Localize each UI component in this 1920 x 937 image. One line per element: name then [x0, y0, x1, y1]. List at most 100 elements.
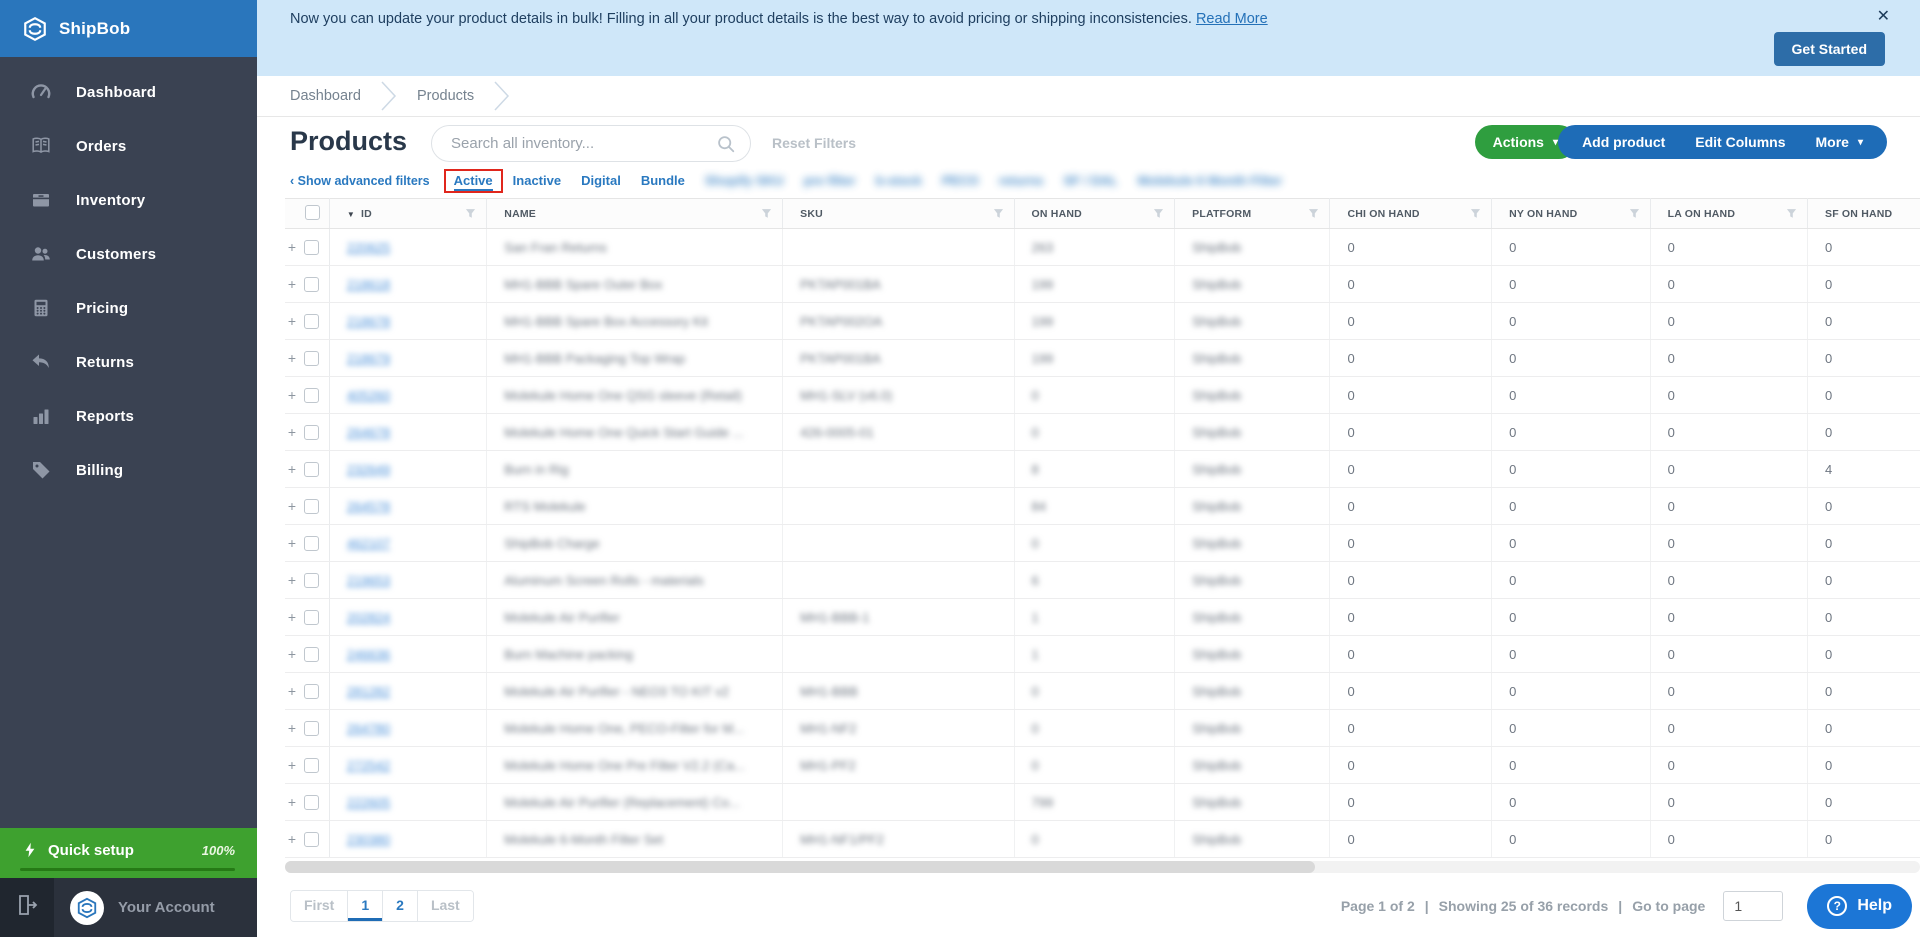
last-page-button[interactable]: Last — [418, 891, 473, 921]
row-expander[interactable]: + — [287, 424, 297, 440]
row-expander[interactable]: + — [287, 313, 297, 329]
filter-tab-inactive[interactable]: Inactive — [503, 169, 571, 193]
row-expander[interactable]: + — [287, 350, 297, 366]
reset-filters-button[interactable]: Reset Filters — [772, 135, 856, 151]
search-icon[interactable] — [716, 134, 736, 154]
row-checkbox[interactable] — [304, 610, 319, 625]
row-expander[interactable]: + — [287, 757, 297, 773]
page-2-button[interactable]: 2 — [383, 891, 418, 921]
row-expander[interactable]: + — [287, 461, 297, 477]
product-id-link[interactable]: 220625 — [347, 240, 390, 255]
sidebar-item-pricing[interactable]: Pricing — [0, 281, 257, 335]
row-checkbox[interactable] — [304, 314, 319, 329]
row-expander[interactable]: + — [287, 720, 297, 736]
product-id-link[interactable]: 264578 — [347, 499, 390, 514]
product-id-link[interactable]: 218678 — [347, 314, 390, 329]
edit-columns-button[interactable]: Edit Columns — [1695, 134, 1785, 150]
row-checkbox[interactable] — [304, 499, 319, 514]
row-checkbox[interactable] — [304, 240, 319, 255]
column-header-id[interactable]: ▼ID — [329, 199, 486, 229]
first-page-button[interactable]: First — [291, 891, 348, 921]
product-id-link[interactable]: 232649 — [347, 462, 390, 477]
row-checkbox[interactable] — [304, 462, 319, 477]
sidebar-item-customers[interactable]: Customers — [0, 227, 257, 281]
row-expander[interactable]: + — [287, 387, 297, 403]
row-checkbox[interactable] — [304, 425, 319, 440]
filter-tab-active[interactable]: Active — [444, 169, 503, 193]
product-id-link[interactable]: 246636 — [347, 647, 390, 662]
banner-close-icon[interactable]: ✕ — [1877, 6, 1890, 26]
horizontal-scrollbar[interactable] — [285, 861, 1920, 873]
get-started-button[interactable]: Get Started — [1774, 32, 1885, 66]
row-expander[interactable]: + — [287, 683, 297, 699]
product-id-link[interactable]: 281282 — [347, 684, 390, 699]
shipbob-brand[interactable]: ShipBob — [0, 0, 257, 57]
your-account-button[interactable]: Your Account — [54, 878, 215, 937]
filter-funnel-icon[interactable] — [1153, 208, 1164, 222]
product-id-link[interactable]: 462107 — [347, 536, 390, 551]
filter-funnel-icon[interactable] — [465, 208, 476, 222]
product-id-link[interactable]: 219653 — [347, 573, 390, 588]
product-id-link[interactable]: 272542 — [347, 758, 390, 773]
product-id-link[interactable]: 264780 — [347, 721, 390, 736]
product-id-link[interactable]: 218679 — [347, 351, 390, 366]
sidebar-item-inventory[interactable]: Inventory — [0, 173, 257, 227]
row-checkbox[interactable] — [304, 573, 319, 588]
sidebar-item-reports[interactable]: Reports — [0, 389, 257, 443]
column-header-ny-on-hand[interactable]: NY ON HAND — [1492, 199, 1650, 229]
column-header-sku[interactable]: SKU — [783, 199, 1014, 229]
product-id-link[interactable]: 218618 — [347, 277, 390, 292]
filter-tab-shopify-sku[interactable]: Shopify SKU — [695, 169, 794, 193]
filter-funnel-icon[interactable] — [1470, 208, 1481, 222]
breadcrumb-item-dashboard[interactable]: Dashboard — [290, 88, 361, 104]
sidebar-item-returns[interactable]: Returns — [0, 335, 257, 389]
row-checkbox[interactable] — [304, 832, 319, 847]
filter-tab-returns[interactable]: returns — [989, 169, 1054, 193]
row-expander[interactable]: + — [287, 535, 297, 551]
column-header-chi-on-hand[interactable]: CHI ON HAND — [1330, 199, 1492, 229]
filter-tab-bundle[interactable]: Bundle — [631, 169, 695, 193]
row-expander[interactable]: + — [287, 831, 297, 847]
goto-page-input[interactable] — [1723, 891, 1783, 921]
filter-tab-molekule-6-month-filter[interactable]: Molekule 6 Month Filter — [1128, 169, 1292, 193]
filter-funnel-icon[interactable] — [1308, 208, 1319, 222]
row-expander[interactable]: + — [287, 498, 297, 514]
row-expander[interactable]: + — [287, 276, 297, 292]
row-expander[interactable]: + — [287, 572, 297, 588]
filter-tab-b-stock[interactable]: b-stock — [866, 169, 932, 193]
row-checkbox[interactable] — [304, 388, 319, 403]
row-expander[interactable]: + — [287, 646, 297, 662]
product-id-link[interactable]: 264678 — [347, 425, 390, 440]
product-id-link[interactable]: 230380 — [347, 832, 390, 847]
filter-tab-sf-dal[interactable]: SF / DAL — [1054, 169, 1128, 193]
product-id-link[interactable]: 222605 — [347, 795, 390, 810]
filter-funnel-icon[interactable] — [761, 208, 772, 222]
column-header-la-on-hand[interactable]: LA ON HAND — [1650, 199, 1807, 229]
row-expander[interactable]: + — [287, 794, 297, 810]
filter-tab-pre-filter[interactable]: pre filter — [794, 169, 866, 193]
row-expander[interactable]: + — [287, 239, 297, 255]
filter-funnel-icon[interactable] — [1629, 208, 1640, 222]
logout-button[interactable] — [0, 878, 54, 937]
select-all-checkbox[interactable] — [305, 205, 320, 220]
more-button[interactable]: More▾ — [1816, 134, 1863, 150]
row-checkbox[interactable] — [304, 684, 319, 699]
product-id-link[interactable]: 202824 — [347, 610, 390, 625]
show-advanced-filters-link[interactable]: ‹ Show advanced filters — [282, 171, 438, 191]
column-header-sf-on-hand[interactable]: SF ON HAND — [1808, 199, 1920, 229]
row-checkbox[interactable] — [304, 721, 319, 736]
row-checkbox[interactable] — [304, 795, 319, 810]
filter-funnel-icon[interactable] — [1786, 208, 1797, 222]
row-checkbox[interactable] — [304, 536, 319, 551]
add-product-button[interactable]: Add product — [1582, 134, 1665, 150]
filter-tab-digital[interactable]: Digital — [571, 169, 631, 193]
sidebar-item-orders[interactable]: Orders — [0, 119, 257, 173]
column-header-on-hand[interactable]: ON HAND — [1014, 199, 1175, 229]
quick-setup-bar[interactable]: Quick setup 100% — [0, 828, 257, 878]
row-checkbox[interactable] — [304, 351, 319, 366]
row-checkbox[interactable] — [304, 758, 319, 773]
sidebar-item-dashboard[interactable]: Dashboard — [0, 65, 257, 119]
page-1-button[interactable]: 1 — [348, 891, 383, 921]
help-button[interactable]: ? Help — [1807, 884, 1912, 929]
row-checkbox[interactable] — [304, 647, 319, 662]
